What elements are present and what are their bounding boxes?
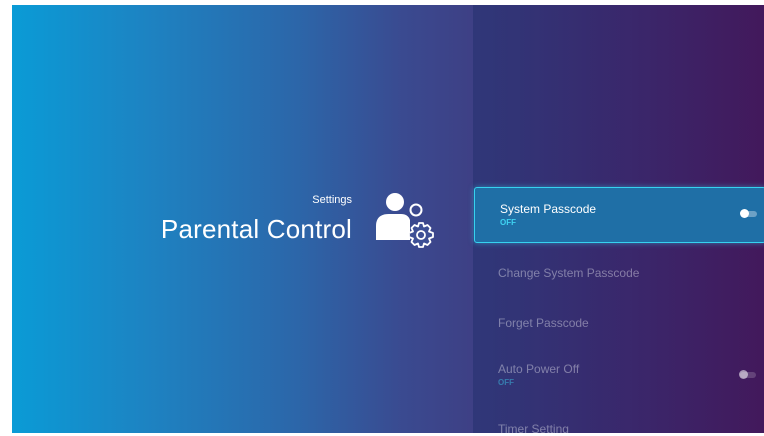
toggle-knob (740, 209, 749, 218)
menu-item-label: Forget Passcode (498, 316, 589, 330)
menu-item-status: OFF (498, 378, 514, 387)
menu-item-label: Auto Power Off (498, 362, 580, 376)
menu-item-label: System Passcode (500, 202, 597, 216)
menu-item-forget-passcode[interactable]: Forget Passcode (473, 316, 764, 330)
menu-item-system-passcode[interactable]: System Passcode OFF (474, 187, 764, 243)
breadcrumb: Settings (312, 194, 352, 206)
menu-item-change-system-passcode[interactable]: Change System Passcode (473, 266, 764, 280)
menu-item-timer-setting[interactable]: Timer Setting (473, 422, 764, 436)
menu-item-label: Timer Setting (498, 422, 569, 436)
menu-item-status: OFF (500, 218, 516, 227)
menu-item-label: Change System Passcode (498, 266, 640, 280)
page-title: Parental Control (160, 214, 352, 244)
toggle-knob (739, 370, 748, 379)
menu-item-auto-power-off[interactable]: Auto Power Off OFF (473, 362, 764, 392)
auto-power-off-toggle[interactable] (739, 370, 756, 379)
system-passcode-toggle[interactable] (740, 209, 757, 218)
title-panel: Settings Parental Control (12, 5, 473, 433)
parental-control-icon (376, 193, 434, 248)
